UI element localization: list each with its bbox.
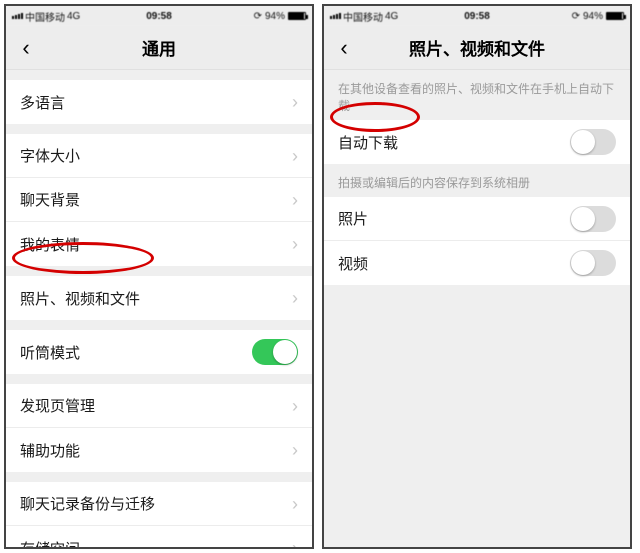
carrier-text: 中国移动 xyxy=(25,9,65,24)
row-auto-download[interactable]: 自动下载 xyxy=(324,120,630,164)
network-text: 4G xyxy=(385,11,398,22)
signal-icon xyxy=(12,13,23,19)
row-label: 多语言 xyxy=(20,92,292,113)
toggle-auto-download[interactable] xyxy=(570,129,616,155)
chevron-right-icon: › xyxy=(292,289,298,307)
row-label: 聊天背景 xyxy=(20,189,292,210)
chevron-right-icon: › xyxy=(292,397,298,415)
carrier-text: 中国移动 xyxy=(343,9,383,24)
row-my-stickers[interactable]: 我的表情 › xyxy=(6,222,312,266)
battery-text: 94% xyxy=(583,11,603,22)
row-label: 字体大小 xyxy=(20,145,292,166)
section-note: 在其他设备查看的照片、视频和文件在手机上自动下载 xyxy=(324,70,630,120)
row-chat-bg[interactable]: 聊天背景 › xyxy=(6,178,312,222)
chevron-right-icon: › xyxy=(292,495,298,513)
row-label: 照片 xyxy=(338,208,570,229)
chevron-right-icon: › xyxy=(292,147,298,165)
toggle-earpiece[interactable] xyxy=(252,339,298,365)
signal-icon xyxy=(330,13,341,19)
toggle-videos[interactable] xyxy=(570,250,616,276)
battery-icon xyxy=(606,12,624,20)
row-photos[interactable]: 照片 xyxy=(324,197,630,241)
row-font-size[interactable]: 字体大小 › xyxy=(6,134,312,178)
row-label: 听筒模式 xyxy=(20,342,252,363)
row-discover-mgmt[interactable]: 发现页管理 › xyxy=(6,384,312,428)
row-chat-backup[interactable]: 聊天记录备份与迁移 › xyxy=(6,482,312,526)
status-time: 09:58 xyxy=(428,11,526,22)
section-note: 拍摄或编辑后的内容保存到系统相册 xyxy=(324,164,630,197)
row-label: 视频 xyxy=(338,253,570,274)
row-label: 聊天记录备份与迁移 xyxy=(20,493,292,514)
row-label: 自动下载 xyxy=(338,132,570,153)
toggle-photos[interactable] xyxy=(570,206,616,232)
chevron-right-icon: › xyxy=(292,191,298,209)
status-bar: 中国移动 4G 09:58 ⟳ 94% xyxy=(324,6,630,26)
chevron-right-icon: › xyxy=(292,539,298,549)
row-label: 发现页管理 xyxy=(20,395,292,416)
status-bar: 中国移动 4G 09:58 ⟳ 94% xyxy=(6,6,312,26)
nav-bar: ‹ 通用 xyxy=(6,26,312,70)
row-label: 照片、视频和文件 xyxy=(20,288,292,309)
row-multilang[interactable]: 多语言 › xyxy=(6,80,312,124)
chevron-right-icon: › xyxy=(292,441,298,459)
row-accessibility[interactable]: 辅助功能 › xyxy=(6,428,312,472)
phone-left: 中国移动 4G 09:58 ⟳ 94% ‹ 通用 多语言 › 字体大小 xyxy=(4,4,314,549)
page-title: 照片、视频和文件 xyxy=(332,35,622,60)
battery-text: 94% xyxy=(265,11,285,22)
row-storage[interactable]: 存储空间 › xyxy=(6,526,312,549)
nav-bar: ‹ 照片、视频和文件 xyxy=(324,26,630,70)
row-videos[interactable]: 视频 xyxy=(324,241,630,285)
row-earpiece-mode[interactable]: 听筒模式 xyxy=(6,330,312,374)
chevron-right-icon: › xyxy=(292,235,298,253)
status-time: 09:58 xyxy=(110,11,208,22)
chevron-right-icon: › xyxy=(292,93,298,111)
row-media-files[interactable]: 照片、视频和文件 › xyxy=(6,276,312,320)
page-title: 通用 xyxy=(14,35,304,60)
row-label: 存储空间 xyxy=(20,538,292,550)
row-label: 我的表情 xyxy=(20,234,292,255)
row-label: 辅助功能 xyxy=(20,440,292,461)
phone-right: 中国移动 4G 09:58 ⟳ 94% ‹ 照片、视频和文件 在其他设备查看的照… xyxy=(322,4,632,549)
network-text: 4G xyxy=(67,11,80,22)
battery-icon xyxy=(288,12,306,20)
